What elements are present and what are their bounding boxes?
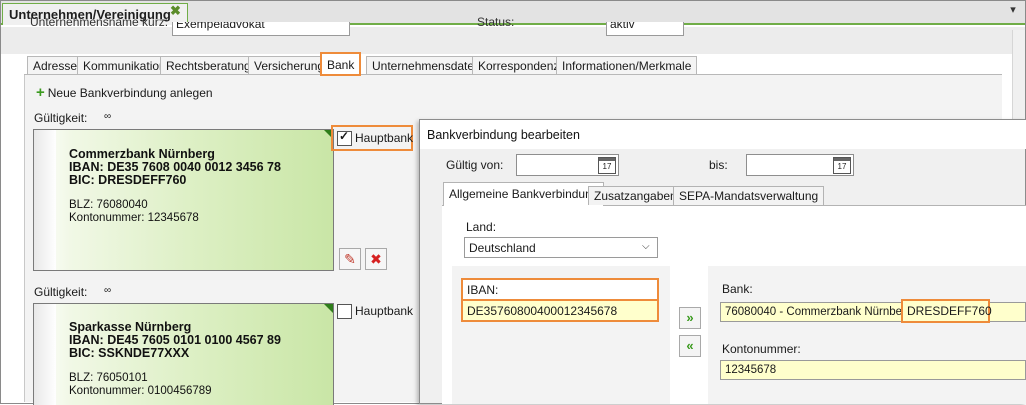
status-label: Status: [477, 15, 515, 29]
bank-label: Bank: [722, 282, 753, 296]
short-name-label: Unternehmensname kurz: [30, 15, 169, 29]
tab-menu-chevron-icon[interactable]: ▾ [1003, 3, 1023, 21]
hauptbank-label: Hauptbank [355, 131, 414, 145]
validity-label: Gültigkeit: [34, 285, 88, 299]
card-corner-marker [324, 304, 333, 313]
hauptbank-checkbox[interactable] [337, 304, 352, 319]
chevron-down-icon[interactable]: ⌵ [642, 241, 650, 252]
form-header-strip [1, 27, 1025, 54]
tab-allgemeine-bankverbindung[interactable]: Allgemeine Bankverbindung [443, 182, 605, 206]
plus-icon: + [36, 84, 45, 101]
bank-name: Commerzbank Nürnberg [69, 147, 215, 161]
calendar-icon[interactable]: 17 [833, 157, 851, 174]
tab-adresse[interactable]: Adresse [27, 56, 84, 74]
close-tab-icon[interactable]: ✖ [170, 3, 181, 19]
validity-label: Gültigkeit: [34, 111, 88, 125]
edit-pencil-icon[interactable]: ✎ [339, 248, 361, 270]
arrow-right-button[interactable]: » [679, 307, 701, 329]
tab-korrespondenz[interactable]: Korrespondenz [472, 56, 566, 74]
bank-blz: BLZ: 76050101 [69, 372, 148, 384]
valid-from-label: Gültig von: [446, 158, 504, 172]
iban-label: IBAN: [461, 278, 659, 301]
bic-highlight: DRESDEFF760 [901, 299, 992, 323]
bank-name: Sparkasse Nürnberg [69, 320, 192, 334]
land-label: Land: [466, 220, 497, 234]
bank-blz: BLZ: 76080040 [69, 199, 148, 211]
bank-card-commerzbank[interactable]: Commerzbank Nürnberg IBAN: DE35 7608 004… [33, 129, 334, 271]
hauptbank-checkbox[interactable]: ✓ [337, 129, 352, 146]
tab-rechtsberatung[interactable]: Rechtsberatung [160, 56, 257, 74]
validity-value: ∞ [104, 285, 112, 296]
konto-input[interactable]: 12345678 [720, 360, 1026, 380]
tab-sepa-mandatsverwaltung[interactable]: SEPA-Mandatsverwaltung [673, 186, 825, 205]
tab-informationen-merkmale[interactable]: Informationen/Merkmale [556, 56, 698, 74]
short-name-field[interactable]: Exempeladvokat [172, 22, 350, 36]
new-bank-link[interactable]: + Neue Bankverbindung anlegen [36, 84, 213, 101]
dialog-title: Bankverbindung bearbeiten [427, 128, 580, 142]
hauptbank-label: Hauptbank [355, 304, 414, 318]
land-select[interactable]: Deutschland [464, 237, 658, 258]
validity-value: ∞ [104, 111, 112, 122]
tab-bank[interactable]: Bank [320, 52, 362, 76]
arrow-left-button[interactable]: « [679, 335, 701, 357]
valid-to-label: bis: [709, 158, 728, 172]
tab-versicherung[interactable]: Versicherung [248, 56, 331, 74]
bank-bic: BIC: SSKNDE77XXX [69, 346, 190, 360]
iban-input[interactable]: DE35760800400012345678 [461, 299, 659, 322]
bank-konto: Kontonummer: 12345678 [69, 212, 199, 224]
checkmark-icon: ✓ [339, 129, 350, 143]
calendar-icon[interactable]: 17 [598, 157, 616, 174]
status-select[interactable]: aktiv [606, 22, 684, 36]
tab-zusatzangaben[interactable]: Zusatzangaben [588, 186, 683, 205]
konto-label: Kontonummer: [722, 342, 801, 356]
bank-iban: IBAN: DE45 7605 0101 0100 4567 89 [69, 333, 281, 347]
bank-card-sparkasse[interactable]: Sparkasse Nürnberg IBAN: DE45 7605 0101 … [33, 303, 334, 405]
bank-iban: IBAN: DE35 7608 0040 0012 3456 78 [69, 160, 281, 174]
bank-bic: BIC: DRESDEFF760 [69, 173, 187, 187]
bank-section [708, 266, 1026, 404]
tab-kommunikation[interactable]: Kommunikation [77, 56, 172, 74]
bank-konto: Kontonummer: 0100456789 [69, 385, 212, 397]
tab-unternehmensdaten[interactable]: Unternehmensdaten [366, 56, 487, 74]
delete-icon[interactable]: ✖ [365, 248, 387, 270]
